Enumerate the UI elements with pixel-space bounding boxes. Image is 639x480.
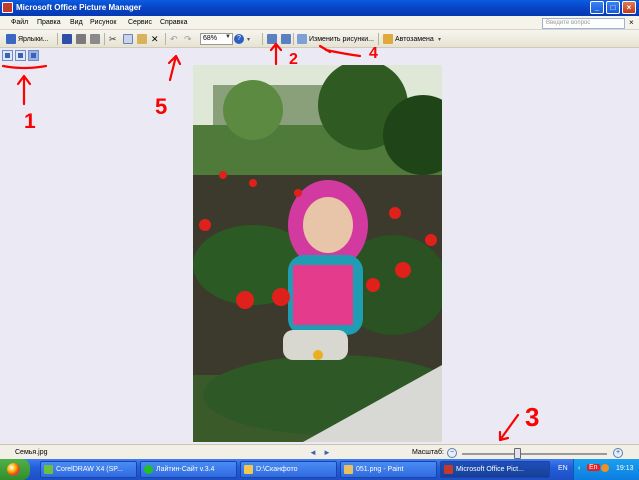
undo-button[interactable]: ↶ [170,33,178,45]
system-tray: ‹ En 19:13 [573,459,639,480]
task-label: CorelDRAW X4 (SP... [56,466,123,473]
task-picture-manager[interactable]: Microsoft Office Pict... [440,461,550,478]
help-icon: ? [234,34,244,44]
window-title: Microsoft Office Picture Manager [16,3,142,12]
shortcuts-label: Ярлыки... [18,35,49,43]
tray-arrow-icon[interactable]: ‹ [578,465,580,472]
picture-manager-icon [444,465,453,474]
zoom-select[interactable]: 68% ▼ [200,33,233,45]
redo-icon: ↷ [184,33,192,44]
windows-logo-icon [7,463,20,476]
next-picture-button[interactable]: ► [323,448,331,457]
rotate-right-icon [281,34,291,44]
tray-lang-badge[interactable]: En [587,464,600,471]
rotate-left-icon [267,34,277,44]
minimize-button[interactable]: _ [590,1,604,14]
zoom-label: Масштаб: [412,449,444,456]
previous-picture-button[interactable]: ◄ [309,448,317,457]
task-label: Лайтин-Сайт v.3.4 [156,466,215,473]
print-button[interactable] [76,33,86,45]
cut-button[interactable]: ✂ [109,33,117,45]
title-bar: Microsoft Office Picture Manager _ □ × [0,0,639,16]
menu-file[interactable]: Файл [11,19,28,26]
file-name: Семья.jpg [15,449,48,456]
save-button[interactable] [62,33,72,45]
menu-bar: Файл Правка Вид Рисунок Сервис Справка В… [0,16,639,30]
email-button[interactable] [90,33,100,45]
menu-tools[interactable]: Сервис [128,19,152,26]
edit-pictures-button[interactable]: Изменить рисунки... [297,33,374,45]
rotate-right-button[interactable] [281,33,291,45]
copy-icon [123,34,133,44]
cut-icon: ✂ [109,33,117,44]
toolbar: Ярлыки... ✂ ✕ ↶ ↷ 68% ▼ ? ▾ Изменить рис… [0,30,639,48]
coreldraw-icon [44,465,53,474]
redo-button[interactable]: ↷ [184,33,192,45]
task-label: Microsoft Office Pict... [456,466,524,473]
shortcuts-button[interactable]: Ярлыки... [6,33,49,45]
save-icon [62,34,72,44]
thumbnail-view-button[interactable] [2,50,13,61]
paste-icon [137,34,147,44]
chevron-down-icon: ▾ [438,36,442,43]
single-picture-view-button[interactable] [28,50,39,61]
autocorrect-label: Автозамена [395,35,434,43]
language-indicator[interactable]: EN [558,465,568,472]
chevron-down-icon: ▾ [247,36,251,43]
toolbar-options-button[interactable]: ▾ [247,33,250,45]
start-button[interactable] [0,459,30,480]
task-folder[interactable]: D:\Сканфото [240,461,337,478]
clock: 19:13 [616,465,634,472]
help-button[interactable]: ? [234,33,244,45]
thumbnail-view-icon [5,53,10,58]
chevron-down-icon: ▼ [225,34,231,40]
edit-pictures-label: Изменить рисунки... [309,35,374,43]
folder-icon [244,465,253,474]
paint-icon [344,465,353,474]
shortcuts-icon [6,34,16,44]
undo-icon: ↶ [170,33,178,44]
task-label: D:\Сканфото [256,466,298,473]
copy-button[interactable] [123,33,133,45]
status-bar: Семья.jpg ◄ ► Масштаб: − + [0,444,639,459]
tray-app-icon[interactable] [601,464,609,472]
photo-image [193,65,442,442]
zoom-slider[interactable] [462,453,607,455]
paste-button[interactable] [137,33,147,45]
filmstrip-view-icon [18,53,23,58]
menu-help[interactable]: Справка [160,19,187,26]
doc-close-icon[interactable]: × [629,18,634,27]
task-paint[interactable]: 051.png - Paint [340,461,437,478]
app-icon [2,2,13,13]
menu-edit[interactable]: Правка [37,19,61,26]
zoom-value: 68% [203,35,218,42]
photo [193,65,442,442]
autocorrect-button[interactable]: Автозамена [383,33,434,45]
menu-picture[interactable]: Рисунок [90,19,116,26]
email-icon [90,34,100,44]
zoom-out-button[interactable]: − [447,448,457,458]
delete-icon: ✕ [151,33,159,44]
delete-button[interactable]: ✕ [151,33,159,45]
task-coreldraw[interactable]: CorelDRAW X4 (SP... [40,461,137,478]
edit-pictures-icon [297,34,307,44]
zoom-in-button[interactable]: + [613,448,623,458]
rotate-left-button[interactable] [267,33,277,45]
taskbar: CorelDRAW X4 (SP... Лайтин-Сайт v.3.4 D:… [0,459,639,480]
maximize-button[interactable]: □ [606,1,620,14]
single-picture-view-icon [31,53,36,58]
close-button[interactable]: × [622,1,636,14]
toolbar-options-button-2[interactable]: ▾ [438,33,441,45]
menu-view[interactable]: Вид [70,19,83,26]
task-laitin[interactable]: Лайтин-Сайт v.3.4 [140,461,237,478]
filmstrip-view-button[interactable] [15,50,26,61]
zoom-slider-thumb[interactable] [513,448,521,459]
laitin-icon [144,465,153,474]
autocorrect-icon [383,34,393,44]
print-icon [76,34,86,44]
help-search-input[interactable]: Введите вопрос [542,18,625,29]
picture-canvas [0,64,639,444]
task-label: 051.png - Paint [356,466,404,473]
view-bar [0,48,639,64]
